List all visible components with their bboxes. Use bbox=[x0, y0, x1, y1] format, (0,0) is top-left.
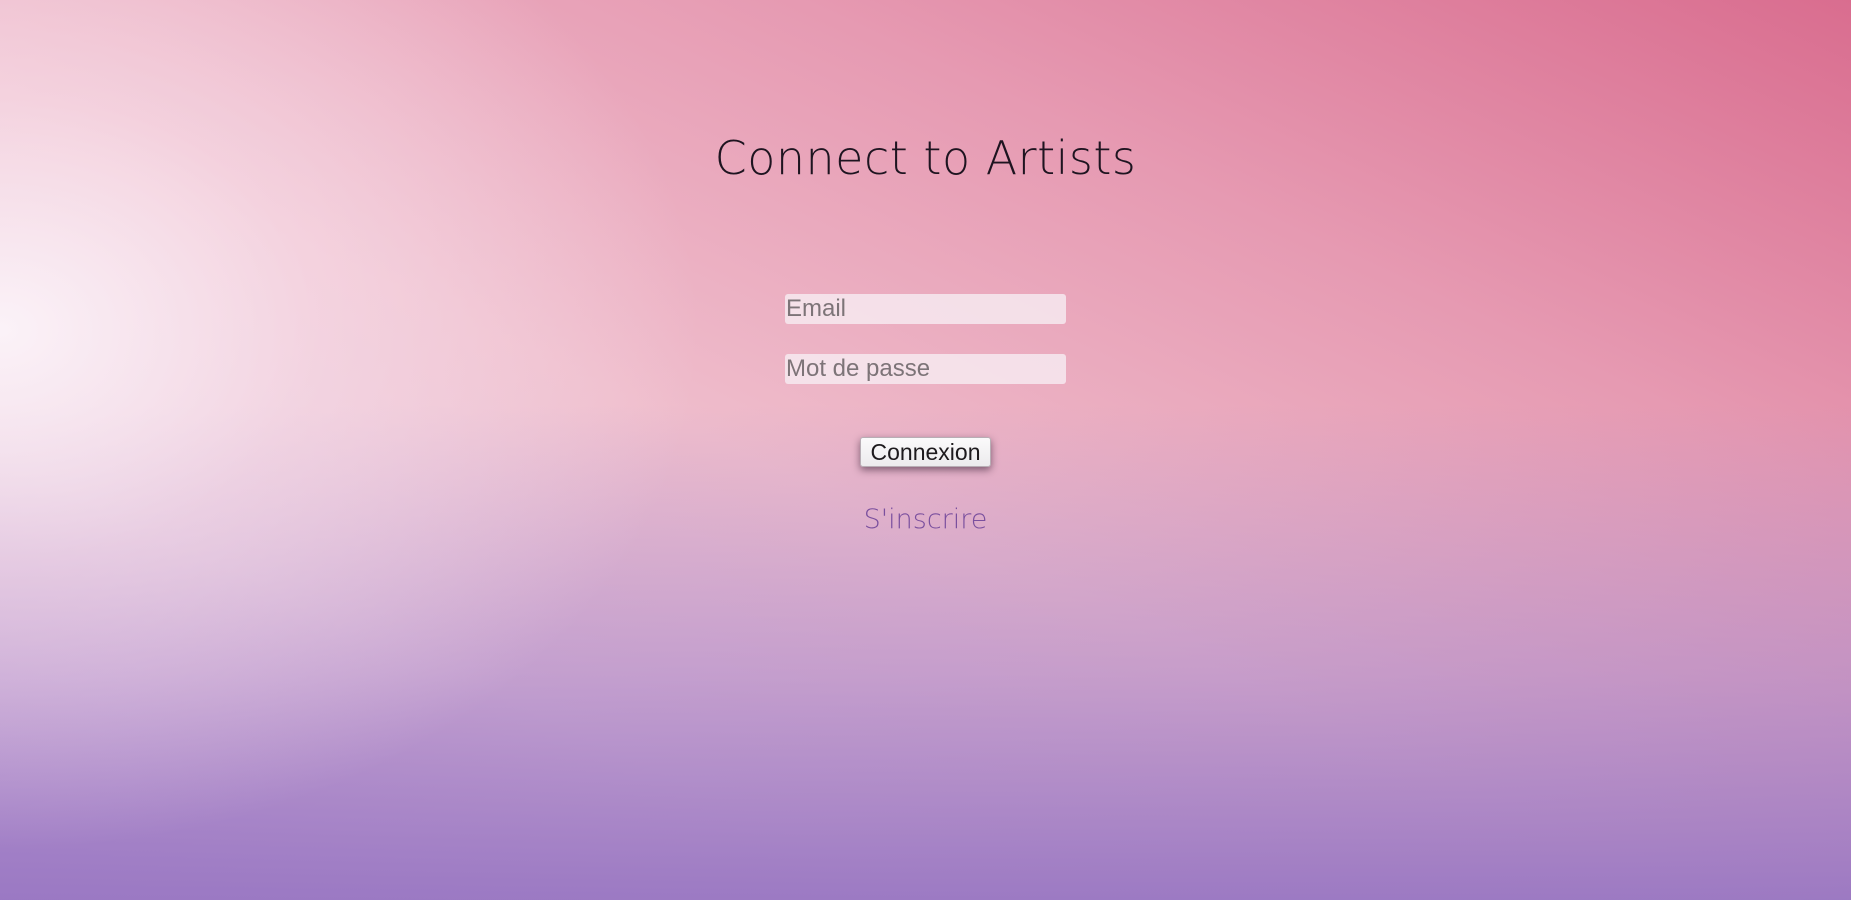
signup-link-container: S'inscrire bbox=[0, 502, 1851, 538]
password-field[interactable] bbox=[785, 354, 1066, 384]
page-title: Connect to Artists bbox=[714, 131, 1137, 185]
email-field[interactable] bbox=[785, 294, 1066, 324]
login-button[interactable]: Connexion bbox=[860, 437, 991, 467]
signup-link[interactable]: S'inscrire bbox=[864, 504, 988, 535]
